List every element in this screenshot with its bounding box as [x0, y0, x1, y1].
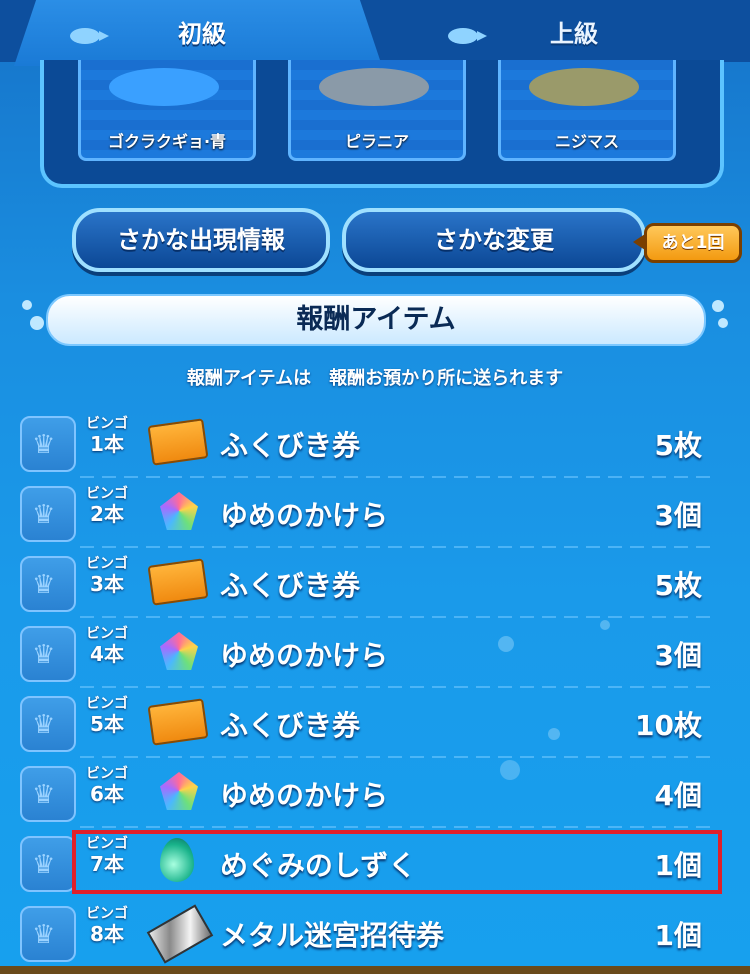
- bingo-count: ビンゴ 8本: [86, 906, 128, 946]
- fish-image: [109, 68, 219, 106]
- reward-row: ♛ ビンゴ 8本 メタル迷宮招待券 1個: [0, 898, 750, 968]
- bingo-count: ビンゴ 4本: [86, 626, 128, 666]
- reward-row: ♛ ビンゴ 6本 ゆめのかけら 4個: [0, 758, 750, 828]
- bingo-count: ビンゴ 6本: [86, 766, 128, 806]
- fish-icon: [70, 28, 109, 44]
- crown-icon: ♛: [32, 780, 56, 810]
- bubble: [712, 300, 724, 312]
- fish-card[interactable]: ニジマス: [498, 60, 676, 161]
- metal-ticket-icon: [146, 904, 214, 964]
- ticket-icon: [147, 558, 209, 606]
- item-name: ふくびき券: [220, 569, 361, 602]
- fish-panel: ゴクラクギョ·青 ピラニア ニジマス: [40, 60, 724, 188]
- ticket-icon: [147, 418, 209, 466]
- crown-icon: ♛: [32, 710, 56, 740]
- crown-box: ♛: [20, 766, 76, 822]
- crown-box: ♛: [20, 486, 76, 542]
- item-quantity: 5枚: [654, 569, 702, 602]
- gem-icon: [160, 492, 198, 530]
- reward-row: ♛ ビンゴ 3本 ふくびき券 5枚: [0, 548, 750, 618]
- item-quantity: 3個: [654, 499, 702, 532]
- bubble: [30, 316, 44, 330]
- change-fish-button[interactable]: さかな変更: [342, 208, 646, 272]
- item-name: メタル迷宮招待券: [220, 919, 445, 952]
- fish-icon: [448, 28, 487, 44]
- crown-box: ♛: [20, 836, 76, 892]
- gem-icon: [160, 632, 198, 670]
- item-name: ふくびき券: [220, 709, 361, 742]
- bubble: [498, 636, 514, 652]
- crown-icon: ♛: [32, 570, 56, 600]
- reward-row: ♛ ビンゴ 5本 ふくびき券 10枚: [0, 688, 750, 758]
- bubble: [500, 760, 520, 780]
- bubble: [548, 728, 560, 740]
- crown-box: ♛: [20, 906, 76, 962]
- crown-icon: ♛: [32, 850, 56, 880]
- crown-box: ♛: [20, 416, 76, 472]
- remaining-count-badge: あと1回: [633, 223, 742, 263]
- item-quantity: 4個: [654, 779, 702, 812]
- tab-advanced-label: 上級: [550, 20, 598, 48]
- crown-box: ♛: [20, 696, 76, 752]
- fish-image: [529, 68, 639, 106]
- fish-image: [319, 68, 429, 106]
- item-name: ゆめのかけら: [220, 779, 389, 812]
- crown-icon: ♛: [32, 430, 56, 460]
- fish-name: ニジマス: [554, 132, 619, 151]
- gem-icon: [160, 772, 198, 810]
- reward-note: 報酬アイテムは 報酬お預かり所に送られます: [186, 368, 564, 389]
- fish-card[interactable]: ゴクラクギョ·青: [78, 60, 256, 161]
- bubble: [718, 318, 728, 328]
- item-quantity: 5枚: [654, 429, 702, 462]
- ticket-icon: [147, 698, 209, 746]
- tab-beginner-label: 初級: [178, 20, 226, 48]
- fish-name: ピラニア: [344, 132, 409, 151]
- fish-name: ゴクラクギョ·青: [107, 132, 227, 151]
- reward-items-header: 報酬アイテム: [46, 294, 706, 346]
- highlight-frame: [72, 830, 722, 894]
- bubble: [600, 620, 610, 630]
- crown-icon: ♛: [32, 500, 56, 530]
- bingo-count: ビンゴ 5本: [86, 696, 128, 736]
- bingo-count: ビンゴ 3本: [86, 556, 128, 596]
- item-name: ゆめのかけら: [220, 499, 389, 532]
- crown-box: ♛: [20, 626, 76, 682]
- crown-icon: ♛: [32, 920, 56, 950]
- item-quantity: 3個: [654, 639, 702, 672]
- fish-card[interactable]: ピラニア: [288, 60, 466, 161]
- item-name: ゆめのかけら: [220, 639, 389, 672]
- tab-advanced[interactable]: 上級: [400, 0, 740, 62]
- item-quantity: 10枚: [635, 709, 702, 742]
- item-name: ふくびき券: [220, 429, 361, 462]
- reward-row: ♛ ビンゴ 2本 ゆめのかけら 3個: [0, 478, 750, 548]
- crown-box: ♛: [20, 556, 76, 612]
- bottom-edge: [0, 966, 750, 974]
- item-quantity: 1個: [654, 919, 702, 952]
- crown-icon: ♛: [32, 640, 56, 670]
- bingo-count: ビンゴ 2本: [86, 486, 128, 526]
- bubble: [22, 300, 32, 310]
- fish-appearance-info-button[interactable]: さかな出現情報: [72, 208, 330, 272]
- bingo-count: ビンゴ 1本: [86, 416, 128, 456]
- reward-row: ♛ ビンゴ 4本 ゆめのかけら 3個: [0, 618, 750, 688]
- reward-row: ♛ ビンゴ 1本 ふくびき券 5枚: [0, 408, 750, 478]
